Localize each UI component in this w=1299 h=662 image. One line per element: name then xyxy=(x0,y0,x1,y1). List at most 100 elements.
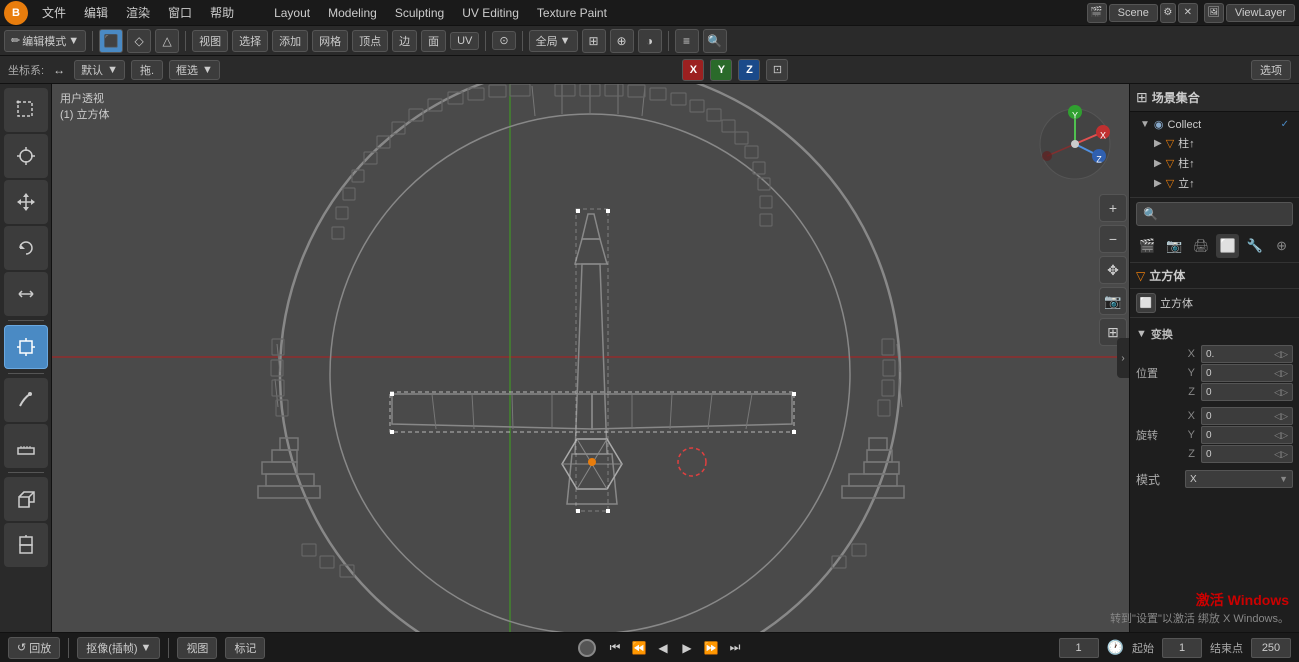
normal-axis-btn[interactable]: ⊡ xyxy=(766,59,788,81)
snapping-btn[interactable]: ⊞ xyxy=(582,29,606,53)
undo-icon: ↺ xyxy=(17,641,26,654)
pos-z-input[interactable]: 0 ◁▷ xyxy=(1201,383,1293,401)
scene-tools[interactable]: ⚙ xyxy=(1160,3,1176,23)
transform-tool-btn[interactable] xyxy=(4,325,48,369)
workspace-sculpting[interactable]: Sculpting xyxy=(387,4,452,22)
select-box-tool[interactable] xyxy=(4,88,48,132)
transform-section-title: ▼ 变换 xyxy=(1136,322,1293,344)
play-btn[interactable]: ▶ xyxy=(676,637,698,659)
drag-btn[interactable]: 拖. xyxy=(131,60,163,80)
rot-x-row: X 0 ◁▷ xyxy=(1181,407,1293,425)
rotate-tool-btn[interactable] xyxy=(4,226,48,270)
extrude-tool-btn[interactable] xyxy=(4,523,48,567)
viewport-gizmo[interactable]: X Y Z xyxy=(1035,104,1115,184)
vertex-menu[interactable]: 顶点 xyxy=(352,30,388,52)
main-area: 用户透视 (1) 立方体 X Y Z xyxy=(0,84,1299,632)
search-btn[interactable]: 🔍 xyxy=(703,29,727,53)
panel-search-bar[interactable]: 🔍 xyxy=(1136,202,1293,226)
select-mode-edge[interactable]: ◇ xyxy=(127,29,151,53)
select-mode-face[interactable]: △ xyxy=(155,29,179,53)
scale-tool-btn[interactable] xyxy=(4,272,48,316)
rot-y-input[interactable]: 0 ◁▷ xyxy=(1201,426,1293,444)
viewport[interactable]: 用户透视 (1) 立方体 X Y Z xyxy=(52,84,1129,632)
tab-scene[interactable]: 🎬 xyxy=(1136,234,1159,258)
current-frame-field[interactable]: 1 xyxy=(1059,638,1099,658)
step-back-btn[interactable]: ⏪ xyxy=(628,637,650,659)
undo-btn[interactable]: ↺ 回放 xyxy=(8,637,60,659)
proportional-icon[interactable]: ⊙ xyxy=(492,31,515,50)
global-selector[interactable]: 全局 ▼ xyxy=(529,30,578,52)
zoom-out-btn[interactable]: − xyxy=(1099,225,1127,253)
shading-btn[interactable]: ◑ xyxy=(638,29,662,53)
annotate-tool-btn[interactable] xyxy=(4,378,48,422)
workspace-uv-editing[interactable]: UV Editing xyxy=(454,4,527,22)
tab-material[interactable]: ⊕ xyxy=(1270,234,1293,258)
tree-item-cyl1[interactable]: ▶ ▽ 柱↑ xyxy=(1150,133,1293,153)
tree-item-cube[interactable]: ▶ ▽ 立↑ xyxy=(1150,173,1293,193)
pos-y-input[interactable]: 0 ◁▷ xyxy=(1201,364,1293,382)
tree-item-cyl2[interactable]: ▶ ▽ 柱↑ xyxy=(1150,153,1293,173)
right-panel-header: ⊞ 场景集合 xyxy=(1130,84,1299,112)
axis-y-btn[interactable]: Y xyxy=(710,59,732,81)
menu-help[interactable]: 帮助 xyxy=(202,2,242,23)
viewlayer-selector[interactable]: ViewLayer xyxy=(1226,4,1295,22)
search-input[interactable] xyxy=(1162,208,1286,220)
separator-1 xyxy=(92,31,93,51)
jump-start-btn[interactable]: ⏮ xyxy=(604,637,626,659)
select-mode-vert[interactable]: ⬛ xyxy=(99,29,123,53)
cursor-tool-btn[interactable] xyxy=(4,134,48,178)
end-frame-field[interactable]: 250 xyxy=(1251,638,1291,658)
overlay-btn[interactable]: ⊕ xyxy=(610,29,634,53)
tab-render[interactable]: 📷 xyxy=(1163,234,1186,258)
axis-x-btn[interactable]: X xyxy=(682,59,704,81)
tab-object[interactable]: ⬜ xyxy=(1216,234,1239,258)
tree-item-collect[interactable]: ▼ ◉ Collect ✓ xyxy=(1136,116,1293,133)
pan-btn[interactable]: ✥ xyxy=(1099,256,1127,284)
options-btn[interactable]: 选项 xyxy=(1251,60,1291,80)
workspace-layout[interactable]: Layout xyxy=(266,4,318,22)
step-forward-btn[interactable]: ⏩ xyxy=(700,637,722,659)
jump-end-btn[interactable]: ⏭ xyxy=(724,637,746,659)
play-reverse-btn[interactable]: ◀ xyxy=(652,637,674,659)
view-menu[interactable]: 视图 xyxy=(192,30,228,52)
edge-menu[interactable]: 边 xyxy=(392,30,417,52)
view-btn[interactable]: 视图 xyxy=(177,637,217,659)
rot-x-input[interactable]: 0 ◁▷ xyxy=(1201,407,1293,425)
zoom-in-btn[interactable]: + xyxy=(1099,194,1127,222)
pos-x-input[interactable]: 0. ◁▷ xyxy=(1201,345,1293,363)
measure-tool-btn[interactable] xyxy=(4,424,48,468)
uv-menu[interactable]: UV xyxy=(450,32,479,50)
pos-x-label: X xyxy=(1181,348,1195,360)
mode-input[interactable]: X ▼ xyxy=(1185,470,1293,488)
select-dropdown[interactable]: 框选 ▼ xyxy=(169,60,220,80)
header-btn[interactable]: ≡ xyxy=(675,29,699,53)
rot-y-arrows: ◁▷ xyxy=(1274,430,1288,441)
keyframe-btn[interactable]: 抠像(插帧) ▼ xyxy=(77,637,160,659)
add-cube-tool-btn[interactable] xyxy=(4,477,48,521)
add-menu[interactable]: 添加 xyxy=(272,30,308,52)
axis-z-btn[interactable]: Z xyxy=(738,59,760,81)
menu-window[interactable]: 窗口 xyxy=(160,2,200,23)
scene-close[interactable]: ✕ xyxy=(1178,3,1198,23)
workspace-texture-paint[interactable]: Texture Paint xyxy=(529,4,615,22)
coord-dropdown[interactable]: 默认 ▼ xyxy=(74,60,125,80)
rot-z-input[interactable]: 0 ◁▷ xyxy=(1201,445,1293,463)
mesh-menu[interactable]: 网格 xyxy=(312,30,348,52)
menu-file[interactable]: 文件 xyxy=(34,2,74,23)
marker-btn[interactable]: 标记 xyxy=(225,637,265,659)
rot-x-label: X xyxy=(1181,410,1195,422)
face-menu[interactable]: 面 xyxy=(421,30,446,52)
collect-icon: ◉ xyxy=(1154,118,1164,131)
scene-selector[interactable]: Scene xyxy=(1109,4,1158,22)
mode-selector[interactable]: ✏ 编辑模式 ▼ xyxy=(4,30,86,52)
start-frame-field[interactable]: 1 xyxy=(1162,638,1202,658)
camera-btn[interactable]: 📷 xyxy=(1099,287,1127,315)
move-tool-btn[interactable] xyxy=(4,180,48,224)
panel-collapse-btn[interactable]: › xyxy=(1117,338,1129,378)
select-menu[interactable]: 选择 xyxy=(232,30,268,52)
menu-render[interactable]: 渲染 xyxy=(118,2,158,23)
menu-edit[interactable]: 编辑 xyxy=(76,2,116,23)
workspace-modeling[interactable]: Modeling xyxy=(320,4,385,22)
tab-output[interactable]: 🖨 xyxy=(1190,234,1213,258)
tab-modifier[interactable]: 🔧 xyxy=(1243,234,1266,258)
